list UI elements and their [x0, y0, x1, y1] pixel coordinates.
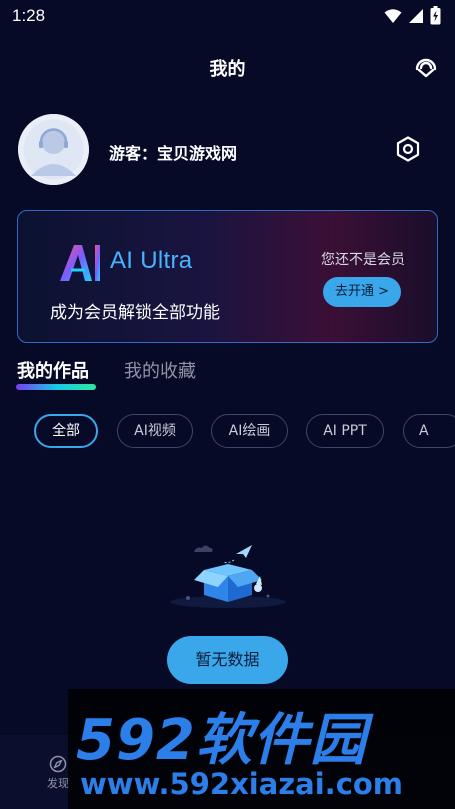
- filter-chip-ai-video[interactable]: AI视频: [117, 414, 193, 448]
- status-time: 1:28: [12, 6, 46, 25]
- status-bar: 1:28: [0, 0, 455, 34]
- page-title: 我的: [209, 59, 246, 80]
- tab-my-works[interactable]: 我的作品: [17, 357, 89, 383]
- filter-chip-all[interactable]: 全部: [34, 414, 98, 448]
- ai-logo-icon: [60, 245, 100, 281]
- headset-icon: [415, 58, 437, 78]
- tab-my-favorites[interactable]: 我的收藏: [124, 357, 196, 383]
- customer-service-button[interactable]: [413, 52, 439, 78]
- watermark-title: 592软件园: [76, 708, 367, 773]
- open-membership-button[interactable]: 去开通 >: [323, 277, 401, 307]
- avatar[interactable]: [18, 114, 89, 185]
- vip-status-text: 您还不是会员: [321, 252, 405, 268]
- battery-icon: [430, 6, 441, 25]
- watermark-overlay: 592软件园 www.592xiazai.com: [68, 689, 455, 809]
- filter-chips: 全部 AI视频 AI绘画 AI PPT A: [0, 414, 455, 450]
- compass-icon: [49, 755, 67, 773]
- vip-banner[interactable]: AI Ultra 成为会员解锁全部功能 您还不是会员 去开通 >: [17, 210, 438, 343]
- empty-state-button[interactable]: 暂无数据: [167, 636, 288, 684]
- filter-chip-ai-ppt[interactable]: AI PPT: [306, 414, 384, 448]
- signal-icon: [409, 8, 423, 23]
- vip-description: 成为会员解锁全部功能: [50, 303, 220, 323]
- settings-icon: [396, 136, 420, 162]
- filter-chip-ai-painting[interactable]: AI绘画: [211, 414, 288, 448]
- username: 游客：宝贝游戏网: [109, 144, 238, 163]
- user-avatar-icon: [18, 114, 89, 185]
- wifi-icon: [384, 8, 402, 23]
- empty-box-icon: [170, 545, 286, 608]
- active-tab-indicator: [16, 384, 96, 390]
- vip-brand-name: AI Ultra: [110, 247, 193, 274]
- settings-button[interactable]: [395, 136, 421, 162]
- filter-chip-more[interactable]: A: [403, 414, 455, 448]
- status-icons: [384, 6, 441, 25]
- watermark-url: www.592xiazai.com: [80, 767, 404, 801]
